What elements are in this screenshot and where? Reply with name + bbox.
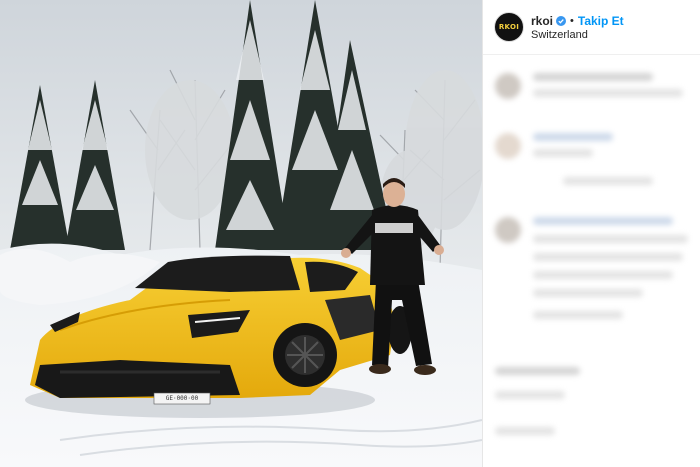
blurred-line: [533, 149, 593, 157]
post-sidebar: RKOI rkoi • Takip Et Switzerland: [482, 0, 700, 467]
comments-blurred: [483, 55, 700, 467]
blurred-line: [495, 391, 565, 399]
location-link[interactable]: Switzerland: [531, 29, 588, 41]
user-row: rkoi • Takip Et: [531, 14, 624, 28]
avatar[interactable]: RKOI: [494, 12, 524, 42]
post-header: RKOI rkoi • Takip Et Switzerland: [483, 0, 700, 55]
blurred-line: [533, 73, 653, 81]
blurred-line: [533, 289, 643, 297]
blurred-line: [533, 271, 673, 279]
avatar-text: RKOI: [498, 23, 520, 31]
comment-avatar: [495, 217, 521, 243]
snowy-car-photo: [0, 0, 482, 467]
follow-button[interactable]: Takip Et: [578, 14, 624, 28]
blurred-line: [563, 177, 653, 185]
blurred-line: [533, 133, 613, 141]
username[interactable]: rkoi: [531, 14, 553, 28]
blurred-line: [533, 253, 683, 261]
post-photo[interactable]: GE·000·00: [0, 0, 482, 467]
comment-avatar: [495, 133, 521, 159]
blurred-line: [533, 89, 683, 97]
separator-dot: •: [570, 15, 574, 27]
blurred-line: [533, 217, 673, 225]
blurred-line: [495, 367, 580, 375]
blurred-line: [495, 427, 555, 435]
license-plate-text: GE·000·00: [165, 395, 199, 402]
comment-avatar: [495, 73, 521, 99]
blurred-line: [533, 235, 688, 243]
verified-badge-icon: [556, 16, 567, 26]
blurred-line: [533, 311, 623, 319]
